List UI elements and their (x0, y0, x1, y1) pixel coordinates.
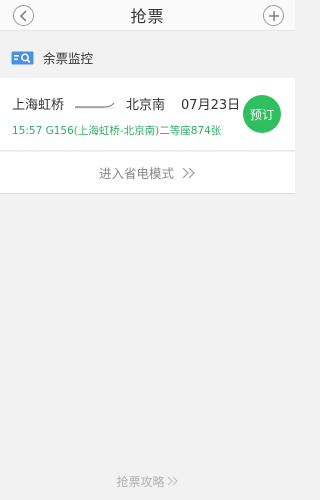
strategy-label: 抢票攻略 (116, 474, 165, 489)
train-icon (75, 102, 116, 108)
plus-icon (268, 10, 279, 21)
back-button[interactable] (13, 5, 34, 26)
train-detail: 15:57 G156(上海虹桥-北京南)二等座874张 (12, 125, 222, 137)
double-chevron-right-icon (182, 167, 195, 178)
double-chevron-right-icon (167, 476, 178, 486)
departure-station: 上海虹桥 (12, 98, 65, 113)
arrival-station: 北京南 (126, 98, 166, 113)
travel-date: 07月23日 (181, 98, 241, 113)
chevron-left-icon (19, 9, 27, 22)
power-save-mode-button[interactable]: 进入省电模式 (0, 152, 295, 194)
power-save-label: 进入省电模式 (98, 166, 174, 181)
ticket-search-icon (11, 51, 34, 64)
add-button[interactable] (263, 5, 284, 26)
ticket-monitor-section: 余票监控 (0, 40, 295, 75)
page-title: 抢票 (130, 7, 165, 26)
book-button[interactable]: 预订 (243, 95, 281, 133)
ticket-strategy-link[interactable]: 抢票攻略 (0, 472, 295, 490)
route-row: 上海虹桥 北京南 07月23日 (12, 94, 240, 113)
header-bar: 抢票 (0, 0, 295, 31)
section-label: 余票监控 (43, 51, 94, 66)
ticket-card[interactable]: 上海虹桥 北京南 07月23日 15:57 G156(上海虹桥-北京南)二等座8… (0, 78, 295, 151)
